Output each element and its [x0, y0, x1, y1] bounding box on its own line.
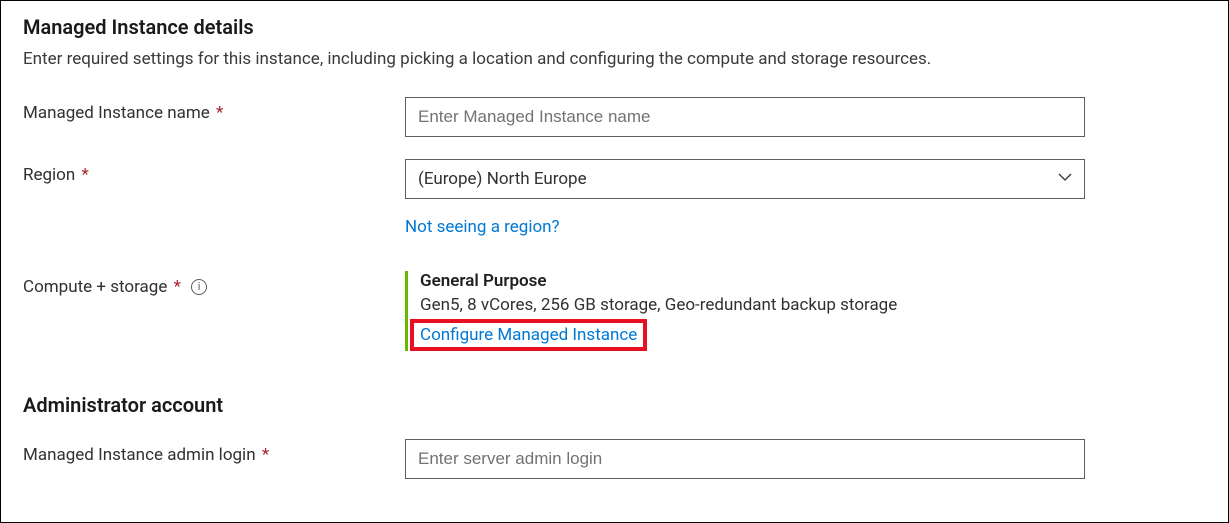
control-region: (Europe) North Europe [405, 159, 1085, 199]
admin-login-input[interactable] [405, 439, 1085, 479]
admin-heading: Administrator account [23, 393, 1206, 417]
region-select-value: (Europe) North Europe [405, 159, 1085, 199]
label-region-text: Region [23, 165, 75, 185]
label-instance-name: Managed Instance name * [23, 97, 405, 123]
label-region: Region * [23, 159, 405, 185]
configure-managed-instance-link[interactable]: Configure Managed Instance [420, 325, 637, 345]
row-region-help: Not seeing a region? [23, 217, 1206, 237]
row-admin-login: Managed Instance admin login * [23, 439, 1206, 479]
label-admin-login-text: Managed Instance admin login [23, 445, 256, 465]
compute-specs: Gen5, 8 vCores, 256 GB storage, Geo-redu… [420, 295, 1085, 315]
instance-name-input[interactable] [405, 97, 1085, 137]
managed-instance-panel: Managed Instance details Enter required … [0, 0, 1229, 523]
required-asterisk: * [174, 277, 181, 297]
row-instance-name: Managed Instance name * [23, 97, 1206, 137]
compute-tier: General Purpose [420, 271, 1085, 291]
section-heading: Managed Instance details [23, 15, 1206, 39]
label-compute-storage-text: Compute + storage [23, 277, 167, 297]
region-select[interactable]: (Europe) North Europe [405, 159, 1085, 199]
control-admin-login [405, 439, 1085, 479]
control-instance-name [405, 97, 1085, 137]
label-admin-login: Managed Instance admin login * [23, 439, 405, 465]
compute-summary: General Purpose Gen5, 8 vCores, 256 GB s… [405, 271, 1085, 351]
row-region: Region * (Europe) North Europe [23, 159, 1206, 199]
required-asterisk: * [262, 445, 269, 465]
control-compute-storage: General Purpose Gen5, 8 vCores, 256 GB s… [405, 271, 1085, 351]
info-icon[interactable]: i [191, 279, 207, 295]
not-seeing-region-link[interactable]: Not seeing a region? [405, 217, 560, 237]
section-description: Enter required settings for this instanc… [23, 49, 1206, 69]
row-compute-storage: Compute + storage * i General Purpose Ge… [23, 271, 1206, 351]
configure-highlight: Configure Managed Instance [410, 319, 647, 351]
required-asterisk: * [81, 165, 88, 185]
required-asterisk: * [216, 103, 223, 123]
label-compute-storage: Compute + storage * i [23, 271, 405, 297]
label-instance-name-text: Managed Instance name [23, 103, 210, 123]
